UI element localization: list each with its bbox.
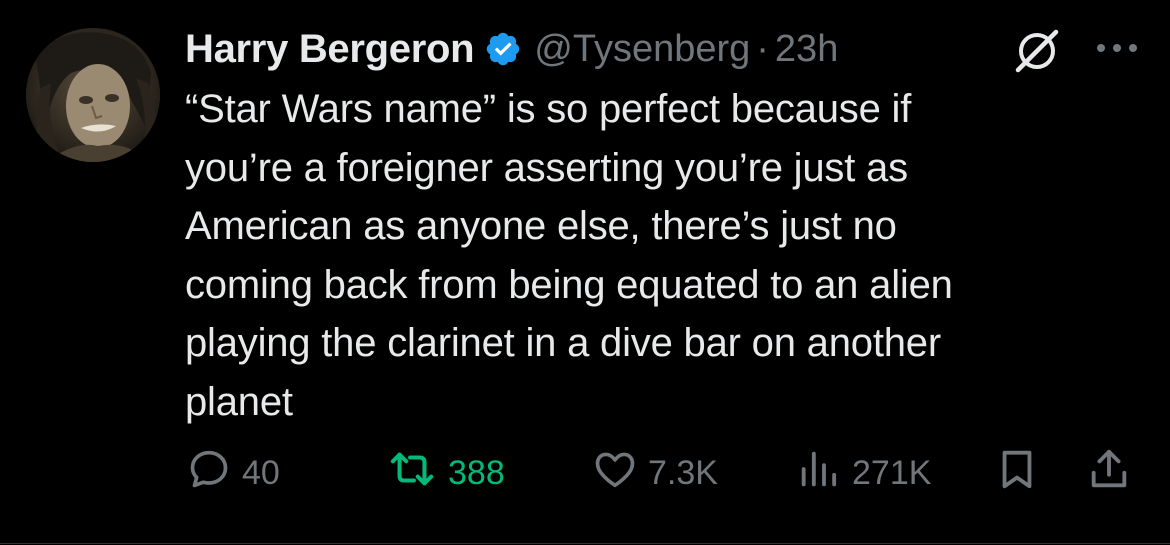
timestamp[interactable]: 23h [775,28,838,71]
bookmark-button[interactable] [994,448,1040,498]
tweet-text-line: you’re a foreigner asserting you’re just… [185,145,908,190]
like-icon [592,446,638,501]
tweet[interactable]: Harry Bergeron @Tysenberg · 23h “Star Wa… [0,0,1170,545]
reply-icon [186,446,232,501]
avatar[interactable] [26,28,160,162]
separator-dot: · [756,27,769,70]
retweet-icon [386,446,438,501]
share-button[interactable] [1086,448,1132,498]
display-name[interactable]: Harry Bergeron [185,27,475,72]
views-button[interactable]: 271K [796,448,931,498]
tweet-text-line: coming back from being equated to an ali… [185,262,953,307]
share-icon [1086,446,1132,501]
tweet-text: “Star Wars name” is so perfect because i… [185,80,1115,431]
tweet-text-line: American as anyone else, there’s just no [185,204,897,248]
grok-icon[interactable] [1012,28,1062,74]
views-icon [796,446,842,501]
reply-count: 40 [242,453,280,492]
retweet-count: 388 [448,453,505,492]
tweet-text-line: playing the clarinet in a dive bar on an… [185,321,941,365]
handle[interactable]: @Tysenberg [534,28,750,71]
action-bar: 40 388 7.3K 271K [0,448,1170,498]
tweet-header: Harry Bergeron @Tysenberg · 23h [185,24,838,74]
retweet-button[interactable]: 388 [386,448,505,498]
like-button[interactable]: 7.3K [592,448,718,498]
tweet-text-line: planet [185,379,293,424]
tweet-text-line: “Star Wars name” is so perfect because i… [185,87,912,131]
bookmark-icon [994,446,1040,501]
verified-badge-icon[interactable] [484,30,522,68]
more-icon[interactable] [1092,36,1142,60]
views-count: 271K [852,453,932,492]
divider [0,543,1170,544]
reply-button[interactable]: 40 [186,448,280,498]
like-count: 7.3K [648,453,718,492]
